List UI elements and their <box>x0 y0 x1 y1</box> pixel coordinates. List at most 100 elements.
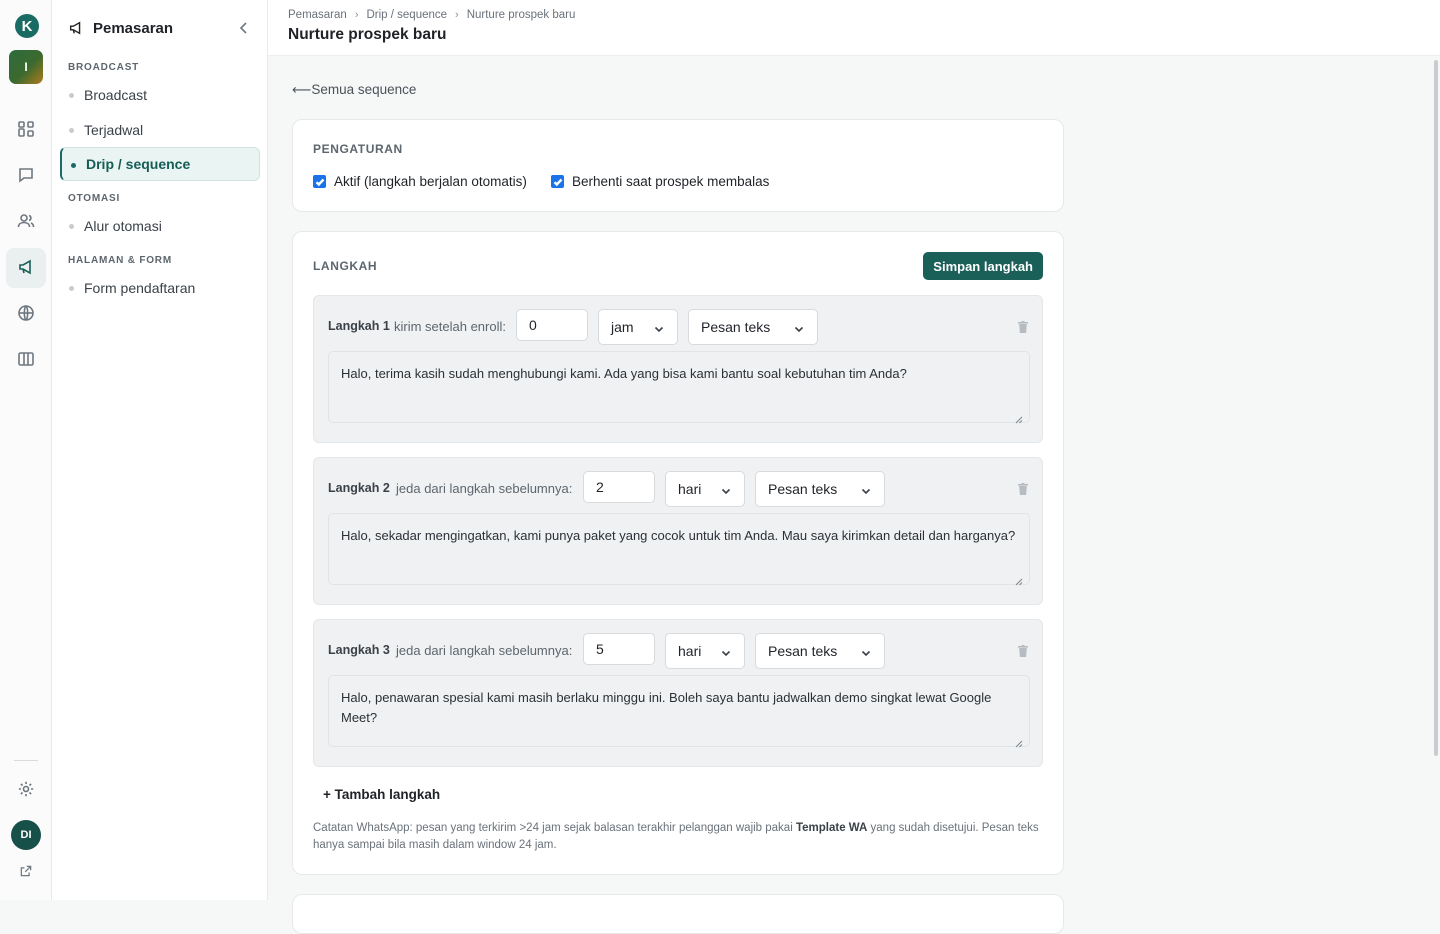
step-label: Langkah 3 <box>328 643 390 657</box>
settings-heading: PENGATURAN <box>313 142 403 156</box>
chevron-right-icon: › <box>354 9 359 21</box>
back-link-label: Semua sequence <box>311 82 417 97</box>
step-delay-description: jeda dari langkah sebelumnya: <box>396 643 573 658</box>
chevron-down-icon <box>720 646 732 658</box>
active-checkbox-label: Aktif (langkah berjalan otomatis) <box>334 174 527 189</box>
sidebar-item-form-pendaftaran[interactable]: Form pendaftaran <box>60 271 260 305</box>
section-halaman-form: HALAMAN & FORM <box>68 255 172 266</box>
chevron-down-icon <box>860 484 872 496</box>
active-checkbox[interactable]: Aktif (langkah berjalan otomatis) <box>313 174 527 189</box>
delay-value-input[interactable]: 0 <box>516 309 588 341</box>
chevron-down-icon <box>793 322 805 334</box>
delay-unit-value: jam <box>611 319 634 335</box>
note-text: Catatan WhatsApp: pesan yang terkirim >2… <box>313 822 796 834</box>
message-textarea[interactable]: Halo, terima kasih sudah menghubungi kam… <box>328 351 1030 424</box>
collapse-sidebar-icon[interactable] <box>236 20 252 36</box>
checkbox-checked-icon[interactable] <box>551 175 564 188</box>
delay-unit-select[interactable]: hari <box>665 633 745 669</box>
message-text: Halo, sekadar mengingatkan, kami punya p… <box>341 528 1016 543</box>
delay-unit-value: hari <box>678 481 702 497</box>
trash-icon[interactable] <box>1018 644 1028 657</box>
icon-rail: K I DI <box>0 0 52 900</box>
delay-unit-value: hari <box>678 643 702 659</box>
sidebar-title: Pemasaran <box>93 19 174 37</box>
add-step-button[interactable]: + Tambah langkah <box>323 787 440 802</box>
gear-icon <box>17 780 35 801</box>
globe-icon <box>17 304 35 325</box>
message-type-select[interactable]: Pesan teks <box>688 309 818 345</box>
save-steps-button[interactable]: Simpan langkah <box>923 252 1043 280</box>
breadcrumb-pemasaran[interactable]: Pemasaran <box>288 9 347 21</box>
trash-icon[interactable] <box>1018 320 1028 333</box>
back-link[interactable]: ⟵Semua sequence <box>292 82 416 98</box>
workspace-switcher[interactable]: I <box>9 50 43 84</box>
message-textarea[interactable]: Halo, penawaran spesial kami masih berla… <box>328 675 1030 748</box>
chevron-right-icon: › <box>455 9 459 21</box>
contacts-nav[interactable] <box>6 202 46 242</box>
message-type-value: Pesan teks <box>701 319 771 335</box>
step-card-1: Langkah 1 kirim setelah enroll: 0 jam Pe… <box>313 295 1043 443</box>
resize-grip-icon[interactable] <box>1015 572 1023 586</box>
sidebar-item-drip-sequence[interactable]: Drip / sequence <box>60 147 260 181</box>
chat-nav[interactable] <box>6 156 46 196</box>
columns-icon <box>17 350 35 371</box>
breadcrumb-current: Nurture prospek baru <box>466 9 576 21</box>
page-header: Pemasaran › Drip / sequence › Nurture pr… <box>268 0 1440 56</box>
step-label: Langkah 2 <box>328 481 390 495</box>
sidebar-header: Pemasaran <box>68 18 252 38</box>
trash-icon[interactable] <box>1018 482 1028 495</box>
breadcrumb-drip-sequence[interactable]: Drip / sequence <box>366 9 447 21</box>
breadcrumb: Pemasaran › Drip / sequence › Nurture pr… <box>288 9 575 21</box>
steps-heading: LANGKAH <box>313 259 378 273</box>
checkbox-checked-icon[interactable] <box>313 175 326 188</box>
delay-value-input[interactable]: 2 <box>583 471 655 503</box>
message-text: Halo, penawaran spesial kami masih berla… <box>341 690 992 725</box>
resize-grip-icon[interactable] <box>1015 410 1023 424</box>
message-text: Halo, terima kasih sudah menghubungi kam… <box>341 366 907 381</box>
step-delay-description: jeda dari langkah sebelumnya: <box>396 481 573 496</box>
dashboard-icon <box>17 120 35 141</box>
delay-value-input[interactable]: 5 <box>583 633 655 665</box>
contacts-icon <box>17 212 35 233</box>
sidebar-item-broadcast[interactable]: Broadcast <box>60 78 260 112</box>
stop-on-reply-label: Berhenti saat prospek membalas <box>572 174 770 189</box>
marketing-sidebar: Pemasaran BROADCAST Broadcast Terjadwal … <box>52 0 268 900</box>
sidebar-item-alur-otomasi[interactable]: Alur otomasi <box>60 209 260 243</box>
megaphone-icon <box>68 20 84 36</box>
web-nav[interactable] <box>6 294 46 334</box>
message-textarea[interactable]: Halo, sekadar mengingatkan, kami punya p… <box>328 513 1030 586</box>
step-card-3: Langkah 3 jeda dari langkah sebelumnya: … <box>313 619 1043 767</box>
marketing-nav[interactable] <box>6 248 46 288</box>
message-type-select[interactable]: Pesan teks <box>755 471 885 507</box>
steps-card: LANGKAH Simpan langkah Langkah 1 kirim s… <box>292 231 1064 875</box>
dashboard-nav[interactable] <box>6 110 46 150</box>
message-type-value: Pesan teks <box>768 481 838 497</box>
settings-nav[interactable] <box>6 770 46 810</box>
section-otomasi: OTOMASI <box>68 193 121 204</box>
step-card-2: Langkah 2 jeda dari langkah sebelumnya: … <box>313 457 1043 605</box>
chat-icon <box>17 166 35 187</box>
message-type-value: Pesan teks <box>768 643 838 659</box>
step-label: Langkah 1 <box>328 319 390 333</box>
page-title: Nurture prospek baru <box>288 26 447 43</box>
scrollbar-thumb[interactable] <box>1434 60 1438 756</box>
delay-unit-select[interactable]: hari <box>665 471 745 507</box>
stop-on-reply-checkbox[interactable]: Berhenti saat prospek membalas <box>551 174 769 189</box>
app-logo[interactable]: K <box>15 14 39 38</box>
delay-unit-select[interactable]: jam <box>598 309 678 345</box>
arrow-left-icon: ⟵ <box>292 82 312 97</box>
step-delay-description: kirim setelah enroll: <box>394 319 506 334</box>
note-emphasis: Template WA <box>795 822 868 834</box>
section-broadcast: BROADCAST <box>68 62 140 73</box>
whatsapp-note: Catatan WhatsApp: pesan yang terkirim >2… <box>313 820 1053 854</box>
message-type-select[interactable]: Pesan teks <box>755 633 885 669</box>
rail-divider <box>14 760 38 761</box>
resize-grip-icon[interactable] <box>1015 734 1023 748</box>
external-link-nav[interactable] <box>6 852 46 892</box>
chevron-down-icon <box>720 484 732 496</box>
chevron-down-icon <box>653 322 665 334</box>
board-nav[interactable] <box>6 340 46 380</box>
user-avatar[interactable]: DI <box>11 820 41 850</box>
sidebar-item-terjadwal[interactable]: Terjadwal <box>60 113 260 147</box>
chevron-down-icon <box>860 646 872 658</box>
